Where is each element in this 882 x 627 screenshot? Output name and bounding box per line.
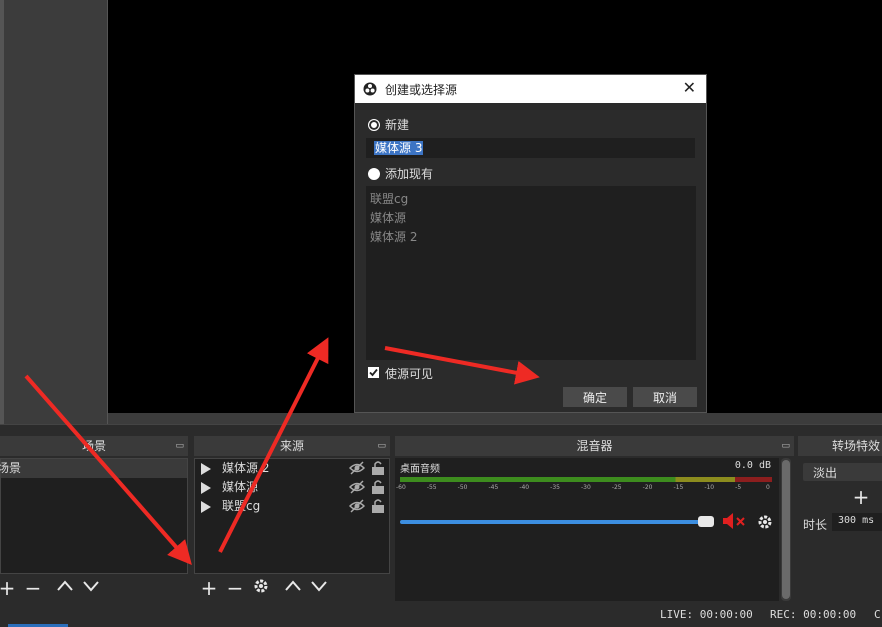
annotation-arrows-overlay (24, 337, 540, 566)
arrow-to-dialog (218, 337, 329, 553)
arrow-to-ok-button (384, 346, 540, 385)
arrow-to-add-source (24, 374, 192, 566)
